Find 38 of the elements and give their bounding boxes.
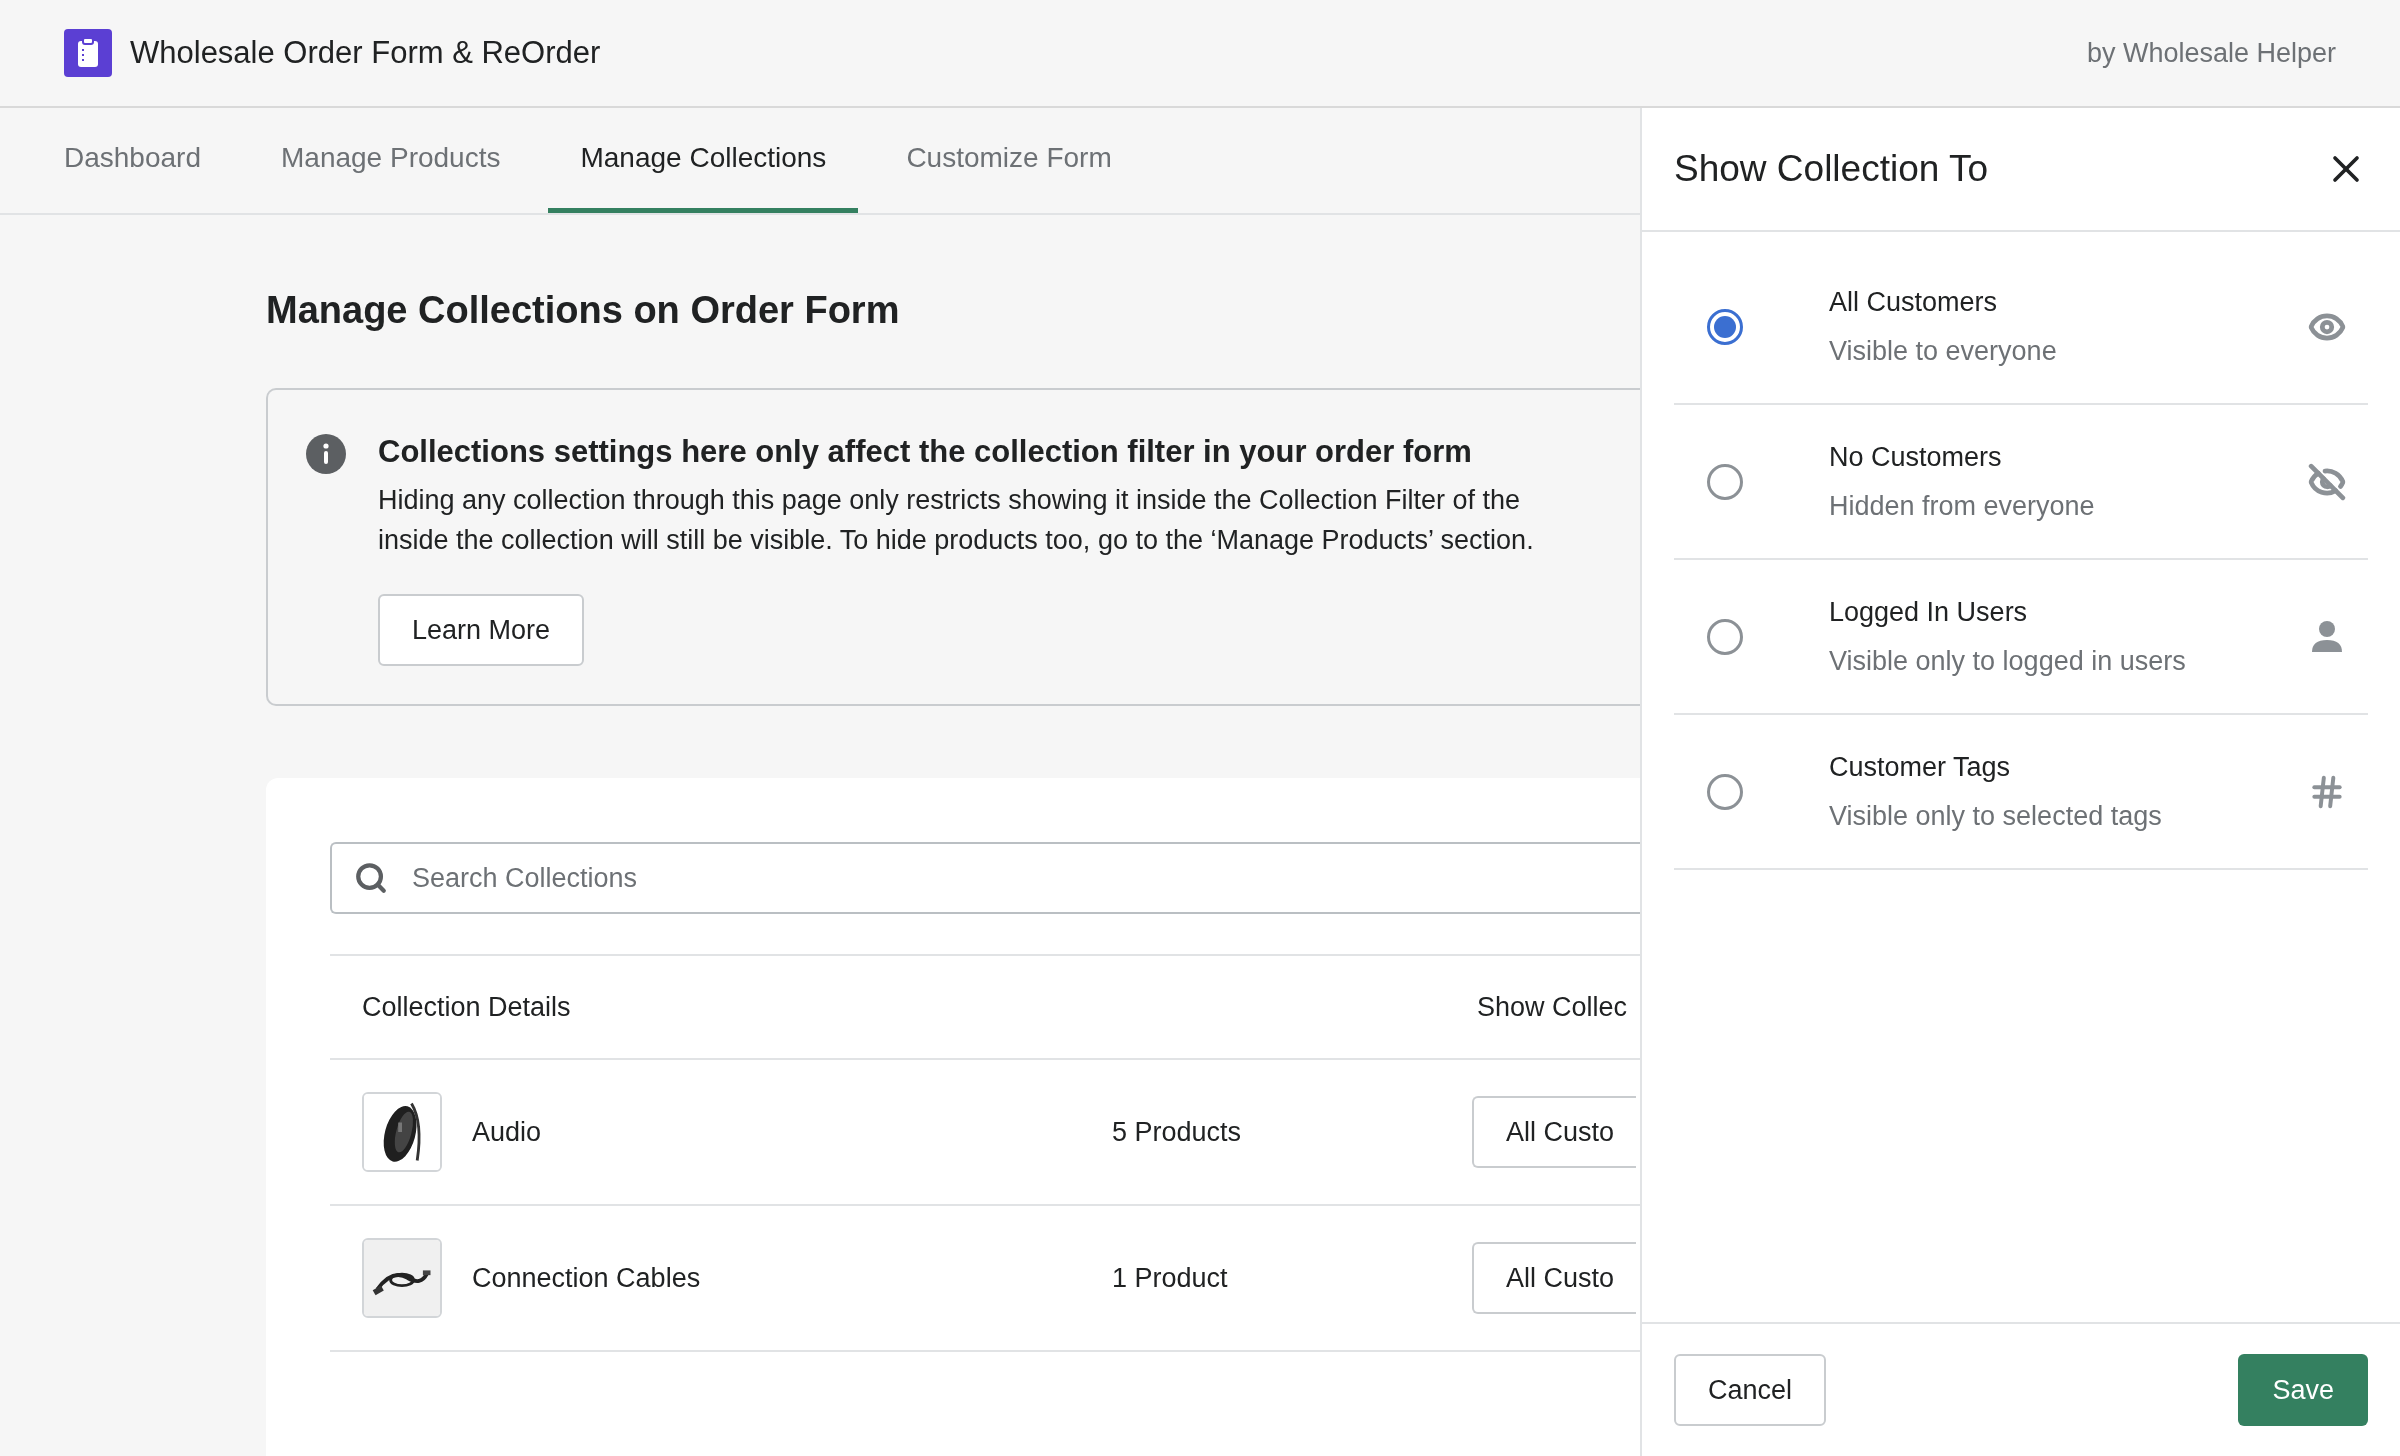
cancel-button[interactable]: Cancel xyxy=(1674,1354,1827,1426)
collection-name: Audio xyxy=(472,1116,543,1148)
visibility-button[interactable]: All Custo xyxy=(1472,1096,1636,1168)
info-icon xyxy=(306,434,346,474)
option-description: Visible only to logged in users xyxy=(1829,645,2187,677)
radio-button[interactable] xyxy=(1707,463,1743,500)
option-description: Visible to everyone xyxy=(1829,335,2058,367)
product-count: 5 Products xyxy=(1112,1116,1243,1148)
radio-button[interactable] xyxy=(1707,618,1743,655)
nav-tab[interactable]: Dashboard xyxy=(32,108,233,213)
crossed-eye-icon xyxy=(2308,462,2346,501)
option-description: Hidden from everyone xyxy=(1829,490,2096,522)
radio-button[interactable] xyxy=(1707,773,1743,810)
search-icon xyxy=(354,861,388,895)
nav-tab[interactable]: Customize Form xyxy=(874,108,1144,213)
option-label: Customer Tags xyxy=(1829,751,2012,783)
banner-text: Hiding any collection through this page only restricts showing it inside the Collection Filter of the inside the collection will still be visible. To hide products too, go to the ‘Manage Products’ section. xyxy=(378,484,1534,557)
panel-title: Show Collection To xyxy=(1674,148,1988,190)
option-label: No Customers xyxy=(1829,441,2003,473)
radio-button[interactable] xyxy=(1707,308,1743,345)
page-heading: Manage Collections on Order Form xyxy=(266,289,901,332)
developer-byline: by Wholesale Helper xyxy=(2086,37,2336,69)
clipboard-logo-icon xyxy=(64,29,112,77)
collection-name: Connection Cables xyxy=(472,1262,702,1294)
option-label: Logged In Users xyxy=(1829,596,2029,628)
option-description: Visible only to selected tags xyxy=(1829,800,2163,832)
save-button[interactable]: Save xyxy=(2238,1354,2368,1426)
product-count: 1 Product xyxy=(1112,1262,1229,1294)
banner-title: Collections settings here only affect the collection filter in your order form xyxy=(378,434,1473,470)
app-title: Wholesale Order Form & ReOrder xyxy=(130,35,601,71)
nav-tab[interactable]: Manage Products xyxy=(249,108,533,213)
column-header: Collection Details xyxy=(362,991,572,1023)
nav-tab[interactable]: Manage Collections xyxy=(548,108,859,213)
option-label: All Customers xyxy=(1829,286,1999,318)
learn-more-button[interactable]: Learn More xyxy=(378,594,585,666)
column-header: Show Collec xyxy=(1477,991,1629,1023)
search-field[interactable]: Search Collections xyxy=(330,842,1640,914)
visibility-button[interactable]: All Custo xyxy=(1472,1242,1636,1314)
